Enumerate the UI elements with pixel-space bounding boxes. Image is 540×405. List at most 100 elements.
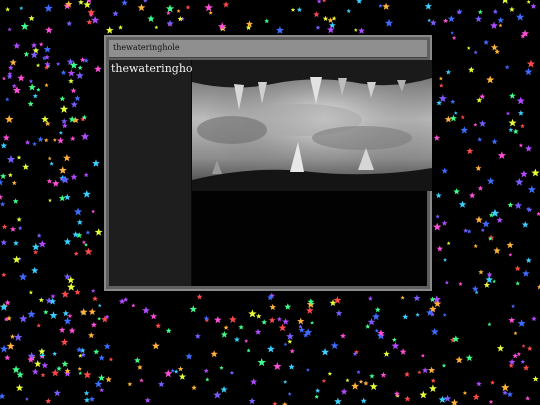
- star-icon: [376, 331, 386, 340]
- star-icon: [526, 59, 536, 68]
- star-icon: [12, 365, 21, 374]
- star-icon: [63, 154, 71, 162]
- star-icon: [8, 64, 14, 71]
- star-icon: [508, 118, 517, 127]
- star-icon: [79, 308, 88, 316]
- star-icon: [531, 168, 540, 177]
- star-icon: [1, 303, 8, 309]
- star-icon: [443, 394, 452, 402]
- star-icon: [51, 368, 60, 377]
- star-icon: [214, 316, 222, 324]
- star-icon: [203, 368, 209, 374]
- star-icon: [512, 128, 519, 135]
- star-icon: [86, 19, 93, 25]
- star-icon: [313, 11, 320, 18]
- star-icon: [334, 397, 342, 405]
- star-icon: [513, 331, 518, 335]
- star-icon: [516, 351, 522, 357]
- star-icon: [426, 308, 434, 316]
- site-name-link[interactable]: thewateringhole: [111, 62, 203, 75]
- star-icon: [6, 73, 13, 80]
- star-icon: [506, 241, 514, 249]
- star-icon: [80, 352, 86, 358]
- star-icon: [45, 63, 51, 69]
- star-icon: [210, 350, 218, 358]
- star-icon: [477, 9, 483, 15]
- star-icon: [444, 280, 449, 285]
- star-icon: [41, 115, 49, 123]
- star-icon: [60, 175, 68, 183]
- star-icon: [75, 71, 84, 80]
- star-icon: [66, 58, 75, 66]
- star-icon: [118, 298, 126, 305]
- star-icon: [450, 30, 455, 35]
- star-icon: [63, 193, 71, 201]
- star-icon: [455, 356, 463, 364]
- star-icon: [0, 392, 6, 400]
- star-icon: [305, 368, 310, 372]
- star-icon: [479, 93, 486, 100]
- star-icon: [525, 395, 531, 401]
- star-icon: [474, 290, 479, 295]
- star-icon: [44, 82, 49, 88]
- star-icon: [450, 99, 456, 104]
- star-icon: [7, 172, 13, 178]
- star-icon: [269, 303, 276, 310]
- star-icon: [103, 342, 111, 350]
- star-icon: [63, 369, 71, 377]
- star-icon: [48, 198, 52, 203]
- star-icon: [478, 269, 484, 275]
- star-icon: [92, 159, 100, 167]
- star-icon: [0, 201, 6, 207]
- star-icon: [369, 382, 378, 391]
- star-icon: [18, 272, 28, 281]
- star-icon: [298, 326, 305, 333]
- star-icon: [205, 377, 210, 382]
- star-icon: [94, 65, 102, 73]
- star-icon: [244, 338, 249, 343]
- star-icon: [58, 194, 66, 202]
- star-icon: [62, 310, 69, 317]
- star-icon: [476, 97, 483, 103]
- star-icon: [404, 371, 411, 377]
- star-icon: [6, 342, 15, 350]
- star-icon: [30, 51, 39, 59]
- star-icon: [176, 9, 181, 13]
- star-icon: [478, 119, 487, 127]
- star-icon: [16, 155, 22, 160]
- star-icon: [177, 366, 184, 372]
- star-icon: [191, 384, 197, 391]
- star-icon: [460, 115, 465, 120]
- star-icon: [490, 21, 498, 29]
- star-icon: [272, 401, 278, 405]
- star-icon: [83, 0, 92, 9]
- star-icon: [7, 27, 12, 32]
- star-icon: [402, 313, 409, 320]
- star-icon: [98, 354, 105, 361]
- star-icon: [245, 24, 252, 31]
- star-icon: [473, 50, 478, 55]
- star-icon: [0, 178, 4, 186]
- star-icon: [87, 332, 95, 339]
- star-icon: [475, 15, 483, 23]
- star-icon: [83, 172, 89, 178]
- star-icon: [329, 21, 336, 29]
- star-icon: [508, 316, 516, 324]
- star-icon: [257, 358, 266, 367]
- star-icon: [80, 132, 90, 141]
- star-icon: [63, 317, 72, 325]
- star-icon: [509, 92, 516, 99]
- star-icon: [27, 309, 36, 318]
- star-icon: [374, 328, 379, 333]
- star-icon: [488, 236, 493, 241]
- star-icon: [430, 327, 439, 336]
- star-icon: [1, 272, 7, 278]
- star-icon: [86, 0, 92, 4]
- star-icon: [501, 383, 510, 392]
- star-icon: [404, 395, 411, 402]
- star-icon: [497, 151, 506, 159]
- star-icon: [327, 371, 333, 376]
- star-icon: [59, 177, 64, 181]
- star-icon: [267, 294, 274, 301]
- star-icon: [91, 15, 100, 24]
